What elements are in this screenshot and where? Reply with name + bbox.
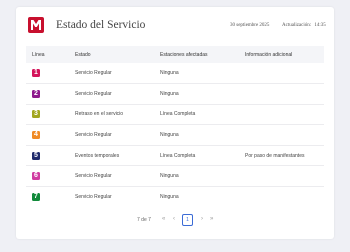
cell-stations: Línea Completa <box>160 111 196 118</box>
line-badge-icon: 6 <box>32 172 40 181</box>
cell-line: 4 <box>26 125 75 146</box>
column-header-stations: Estaciones afectadas <box>160 51 208 58</box>
cell-info: Por paso de manifestantes <box>245 152 305 159</box>
update-label: Actualización: <box>282 23 312 28</box>
cell-stations: Línea Completa <box>160 152 196 159</box>
cell-status: Retraso en el servicio <box>75 111 124 118</box>
prev-page-button[interactable]: ‹ <box>173 216 175 222</box>
metro-logo-icon <box>28 17 44 33</box>
cell-line: 5 <box>26 145 75 166</box>
update-time: 14:35 <box>314 23 326 28</box>
table-row: 6 Servicio Regular Ninguna <box>26 165 324 187</box>
pagination: 7 de 7 « ‹ 1 › » <box>16 213 334 227</box>
line-badge-icon: 3 <box>32 110 40 119</box>
cell-info <box>245 84 324 105</box>
table-row: 2 Servicio Regular Ninguna <box>26 83 324 105</box>
last-update: Actualización: 14:35 <box>282 23 326 28</box>
current-page-button[interactable]: 1 <box>182 214 193 226</box>
header: Estado del Servicio 30 septiembre 2025 A… <box>16 7 334 37</box>
table-row: 1 Servicio Regular Ninguna <box>26 63 324 84</box>
cell-line: 1 <box>26 63 75 84</box>
service-status-table: Línea Estado Estaciones afectadas Inform… <box>26 46 324 207</box>
cell-info <box>245 125 324 146</box>
cell-stations: Ninguna <box>160 194 179 201</box>
cell-status: Eventos temporales <box>75 152 120 159</box>
page-title: Estado del Servicio <box>56 19 146 31</box>
cell-stations: Ninguna <box>160 90 179 97</box>
last-page-button[interactable]: » <box>210 216 213 222</box>
cell-line: 2 <box>26 84 75 105</box>
cell-info <box>245 63 324 84</box>
table-row: 5 Eventos temporales Línea Completa Por pas… <box>26 145 324 166</box>
cell-stations: Ninguna <box>160 132 179 139</box>
cell-status: Servicio Regular <box>75 132 112 139</box>
cell-line: 6 <box>26 166 75 187</box>
line-badge-icon: 7 <box>32 193 40 202</box>
cell-status: Servicio Regular <box>75 194 112 201</box>
table-row: 3 Retraso en el servicio Línea Completa <box>26 104 324 125</box>
line-badge-icon: 5 <box>32 151 40 160</box>
status-card: Estado del Servicio 30 septiembre 2025 A… <box>16 7 334 239</box>
table-row: 4 Servicio Regular Ninguna <box>26 124 324 146</box>
cell-line: 7 <box>26 187 75 208</box>
cell-info <box>245 104 324 125</box>
line-badge-icon: 4 <box>32 131 40 140</box>
column-header-info: Información adicional <box>245 51 293 58</box>
column-header-line: Línea <box>32 51 45 58</box>
column-header-status: Estado <box>75 51 91 58</box>
line-badge-icon: 1 <box>32 69 40 78</box>
cell-status: Servicio Regular <box>75 70 112 77</box>
table-header-row: Línea Estado Estaciones afectadas Inform… <box>26 46 324 63</box>
cell-status: Servicio Regular <box>75 173 112 180</box>
first-page-button[interactable]: « <box>162 216 165 222</box>
cell-stations: Ninguna <box>160 70 179 77</box>
table-row: 7 Servicio Regular Ninguna <box>26 186 324 208</box>
cell-stations: Ninguna <box>160 173 179 180</box>
cell-status: Servicio Regular <box>75 90 112 97</box>
line-badge-icon: 2 <box>32 89 40 98</box>
current-date: 30 septiembre 2025 <box>230 23 270 28</box>
cell-line: 3 <box>26 104 75 125</box>
next-page-button[interactable]: › <box>201 216 203 222</box>
pagination-count: 7 de 7 <box>137 217 151 223</box>
cell-info <box>245 187 324 208</box>
cell-info <box>245 166 324 187</box>
